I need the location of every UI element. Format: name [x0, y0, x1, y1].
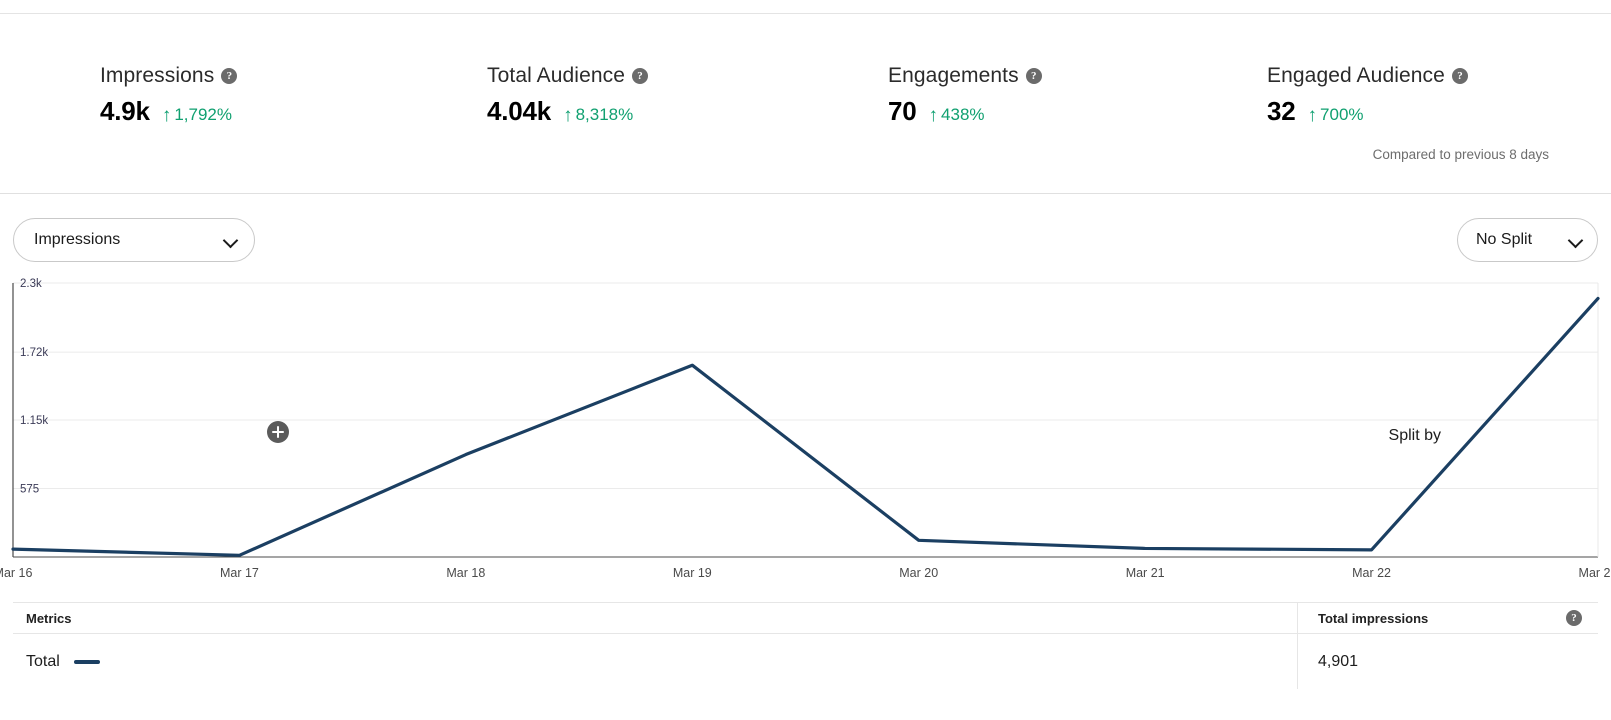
metric-select-dropdown[interactable]: Impressions	[13, 218, 255, 262]
metric-value-row: 70 ↑ 438%	[888, 96, 1042, 127]
arrow-up-icon: ↑	[161, 105, 172, 126]
impressions-line-chart: 575 1.15k 1.72k 2.3k Mar 16 Mar 17 Mar 18 Mar 1…	[0, 278, 1611, 590]
metric-title: Engaged Audience	[1267, 64, 1445, 87]
column-header-label: Metrics	[26, 610, 72, 626]
split-by-dropdown[interactable]: No Split	[1457, 218, 1598, 262]
metric-value: 32	[1267, 96, 1296, 126]
metric-select-value: Impressions	[34, 231, 121, 248]
help-icon[interactable]: ?	[1451, 68, 1468, 84]
metric-delta-value: 8,318%	[575, 104, 634, 124]
metric-delta-value: 700%	[1320, 104, 1364, 124]
y-axis-tick-label: 2.3k	[20, 278, 42, 290]
x-axis-tick-label: Mar 16	[0, 566, 32, 580]
chevron-down-icon	[224, 233, 238, 247]
metric-delta: ↑ 8,318%	[563, 104, 634, 126]
table-header-metrics: Metrics	[13, 603, 1298, 633]
analytics-dashboard: Impressions ? 4.9k ↑ 1,792% Total Audien…	[0, 0, 1611, 720]
metric-title-row: Engaged Audience ?	[1267, 64, 1468, 88]
metric-card-impressions: Impressions ? 4.9k ↑ 1,792%	[100, 64, 238, 127]
metric-title: Total Audience	[487, 64, 626, 87]
metric-value-row: 4.9k ↑ 1,792%	[100, 96, 237, 127]
arrow-up-icon: ↑	[1307, 105, 1318, 126]
chart-controls-row: Impressions Split by No Split	[0, 194, 1611, 444]
metric-title-row: Total Audience ?	[487, 64, 649, 88]
chart-canvas: 575 1.15k 1.72k 2.3k Mar 16 Mar 17 Mar 18 Mar 1…	[0, 278, 1611, 580]
metric-title: Engagements	[888, 64, 1019, 87]
series-label: Total	[26, 652, 60, 670]
help-icon[interactable]: ?	[1025, 68, 1042, 84]
metric-delta: ↑ 1,792%	[161, 104, 232, 126]
metric-delta: ↑ 438%	[928, 104, 985, 126]
x-axis-tick-label: Mar 18	[446, 566, 485, 580]
split-by-value: No Split	[1476, 231, 1533, 248]
chevron-down-icon	[1569, 233, 1583, 247]
y-axis-tick-label: 575	[20, 484, 39, 496]
comparison-period-note: Compared to previous 8 days	[1372, 147, 1549, 162]
metric-delta-value: 438%	[941, 104, 985, 124]
x-axis-tick-label: Mar 20	[899, 566, 938, 580]
metric-card-engagements: Engagements ? 70 ↑ 438%	[888, 64, 1042, 127]
x-axis-tick-label: Mar 22	[1352, 566, 1391, 580]
table-header-total: Total impressions ?	[1298, 603, 1598, 633]
x-axis-tick-label: Mar 19	[673, 566, 712, 580]
total-impressions-value: 4,901	[1318, 652, 1359, 670]
arrow-up-icon: ↑	[563, 105, 573, 126]
metric-value: 4.9k	[100, 96, 150, 126]
metrics-summary-strip: Impressions ? 4.9k ↑ 1,792% Total Audien…	[0, 14, 1611, 193]
y-axis-tick-label: 1.15k	[20, 415, 48, 427]
metric-value: 70	[888, 96, 917, 126]
metric-title: Impressions	[100, 64, 215, 87]
y-axis-tick-label: 1.72k	[20, 347, 48, 359]
series-legend: Total	[26, 653, 100, 671]
metric-value-row: 4.04k ↑ 8,318%	[487, 96, 648, 127]
help-icon[interactable]: ?	[1566, 610, 1582, 626]
series-line-total	[11, 296, 1600, 557]
table-row: Total 4,901	[13, 634, 1598, 689]
table-cell-metric: Total	[13, 634, 1298, 689]
series-color-swatch	[73, 659, 100, 664]
column-header-label: Total impressions	[1318, 610, 1429, 626]
x-axis-tick-label: Mar 21	[1126, 566, 1165, 580]
metric-title-row: Impressions ?	[100, 64, 238, 88]
help-icon[interactable]: ?	[221, 68, 238, 84]
metrics-table: Metrics Total impressions ? Total 4,901	[13, 602, 1598, 689]
metric-value: 4.04k	[487, 96, 552, 126]
x-axis-tick-label: Mar 23	[1579, 566, 1611, 580]
metric-card-total-audience: Total Audience ? 4.04k ↑ 8,318%	[487, 64, 649, 127]
help-icon[interactable]: ?	[632, 68, 649, 84]
table-cell-total: 4,901	[1298, 634, 1598, 689]
metric-card-engaged-audience: Engaged Audience ? 32 ↑ 700%	[1267, 64, 1468, 127]
x-axis-tick-label: Mar 17	[220, 566, 259, 580]
table-header-row: Metrics Total impressions ?	[13, 602, 1598, 634]
metric-delta-value: 1,792%	[174, 104, 232, 124]
metric-delta: ↑ 700%	[1307, 104, 1364, 126]
arrow-up-icon: ↑	[928, 105, 939, 126]
metric-value-row: 32 ↑ 700%	[1267, 96, 1468, 127]
metric-title-row: Engagements ?	[888, 64, 1042, 88]
